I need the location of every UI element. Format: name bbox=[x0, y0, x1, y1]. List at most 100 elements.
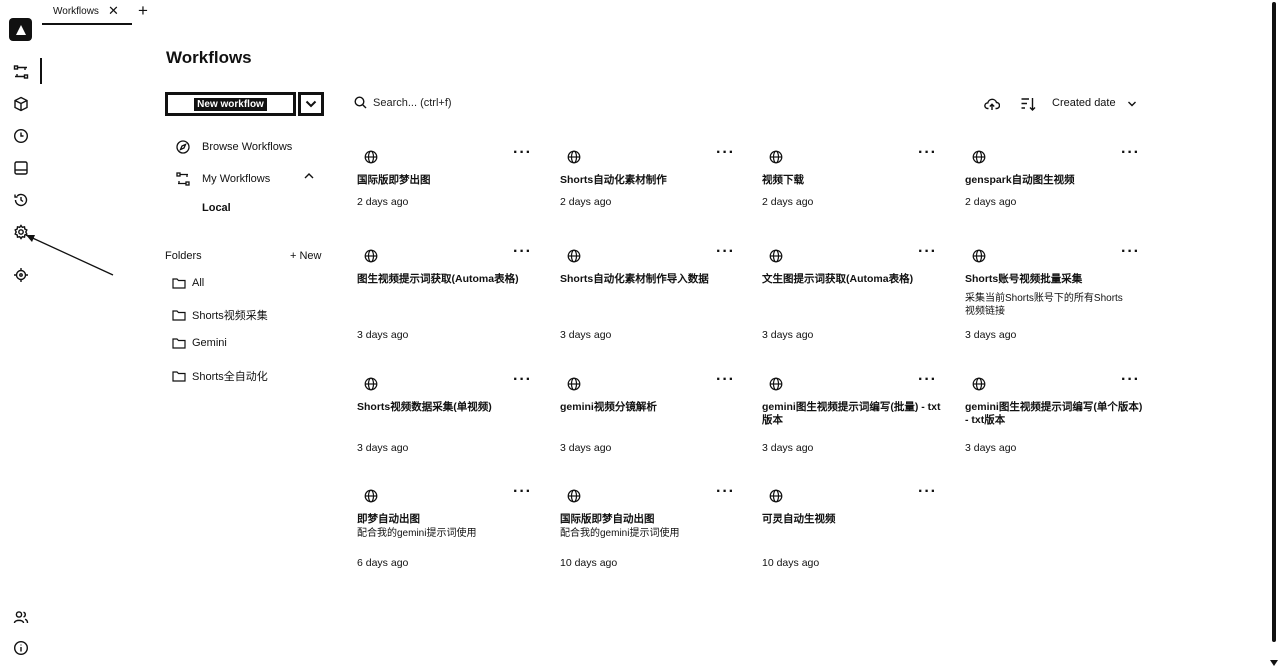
sidebar-rail bbox=[0, 0, 44, 672]
globe-icon bbox=[567, 150, 581, 164]
folder-icon bbox=[172, 310, 186, 321]
app-logo[interactable] bbox=[9, 18, 32, 41]
more-options-icon[interactable]: ··· bbox=[716, 243, 735, 261]
close-icon[interactable]: ✕ bbox=[108, 4, 119, 18]
cloud-upload-icon[interactable] bbox=[984, 96, 1000, 112]
more-options-icon[interactable]: ··· bbox=[918, 243, 937, 261]
more-options-icon[interactable]: ··· bbox=[513, 243, 532, 261]
new-workflow-label: New workflow bbox=[194, 97, 267, 111]
workflow-description: 配合我的gemini提示词使用 bbox=[357, 528, 477, 539]
workflows-icon[interactable] bbox=[9, 60, 33, 84]
scrollbar[interactable] bbox=[1269, 0, 1280, 672]
nav-local[interactable]: Local bbox=[202, 202, 231, 214]
new-workflow-dropdown-button[interactable] bbox=[298, 92, 324, 116]
scrollbar-thumb[interactable] bbox=[1272, 2, 1276, 642]
workflow-card[interactable]: ··· gemini图生视频提示词编写(批量) - txt版本 3 days ago bbox=[762, 371, 942, 467]
more-options-icon[interactable]: ··· bbox=[918, 371, 937, 389]
package-icon[interactable] bbox=[9, 92, 33, 116]
globe-icon bbox=[769, 150, 783, 164]
globe-icon bbox=[364, 377, 378, 391]
workflows-icon bbox=[176, 172, 190, 186]
folder-icon bbox=[172, 371, 186, 382]
nav-browse-label: Browse Workflows bbox=[202, 141, 293, 153]
chevron-down-icon[interactable] bbox=[1127, 100, 1137, 108]
folder-label: All bbox=[192, 277, 205, 289]
workflow-card[interactable]: ··· 即梦自动出图配合我的gemini提示词使用 6 days ago bbox=[357, 483, 537, 579]
workflow-timestamp: 6 days ago bbox=[357, 557, 409, 569]
workflow-card[interactable]: ··· gemini视频分镜解析 3 days ago bbox=[560, 371, 740, 467]
sort-select[interactable]: Created date bbox=[1052, 97, 1116, 109]
more-options-icon[interactable]: ··· bbox=[716, 483, 735, 501]
more-options-icon[interactable]: ··· bbox=[1121, 144, 1140, 162]
workflow-card[interactable]: ··· Shorts视频数据采集(单视频) 3 days ago bbox=[357, 371, 537, 467]
info-icon[interactable] bbox=[9, 636, 33, 660]
search-input[interactable]: Search... (ctrl+f) bbox=[354, 96, 452, 109]
workflow-description: 采集当前Shorts账号下的所有Shorts视频链接 bbox=[965, 293, 1123, 317]
workflow-timestamp: 3 days ago bbox=[560, 329, 612, 341]
workflow-card[interactable]: ··· 可灵自动生视频 10 days ago bbox=[762, 483, 942, 579]
folder-item[interactable]: Shorts全自动化 bbox=[172, 368, 268, 384]
workflow-timestamp: 3 days ago bbox=[357, 442, 409, 454]
folder-label: Gemini bbox=[192, 337, 227, 349]
workflow-name: 即梦自动出图 bbox=[357, 513, 420, 525]
workflow-card[interactable]: ··· 图生视频提示词获取(Automa表格) 3 days ago bbox=[357, 243, 537, 341]
workflow-timestamp: 3 days ago bbox=[357, 329, 409, 341]
globe-icon bbox=[769, 249, 783, 263]
workflow-timestamp: 10 days ago bbox=[560, 557, 618, 569]
folder-label: Shorts视频采集 bbox=[192, 310, 268, 322]
tab-workflows[interactable]: Workflows ✕ bbox=[42, 0, 132, 25]
sort-icon[interactable] bbox=[1020, 96, 1036, 112]
workflow-name: Shorts视频数据采集(单视频) bbox=[357, 401, 492, 413]
more-options-icon[interactable]: ··· bbox=[513, 483, 532, 501]
storage-icon[interactable] bbox=[9, 156, 33, 180]
more-options-icon[interactable]: ··· bbox=[716, 371, 735, 389]
nav-browse-workflows[interactable]: Browse Workflows bbox=[176, 140, 292, 154]
globe-icon bbox=[567, 489, 581, 503]
tab-label: Workflows bbox=[53, 6, 99, 17]
search-icon bbox=[354, 96, 367, 109]
chevron-down-icon bbox=[305, 100, 317, 108]
workflow-timestamp: 2 days ago bbox=[762, 196, 814, 208]
search-placeholder: Search... (ctrl+f) bbox=[373, 96, 452, 109]
more-options-icon[interactable]: ··· bbox=[716, 144, 735, 162]
workflow-name: 国际版即梦出图 bbox=[357, 174, 431, 186]
workflow-card[interactable]: ··· Shorts账号视频批量采集采集当前Shorts账号下的所有Shorts视… bbox=[965, 243, 1145, 341]
more-options-icon[interactable]: ··· bbox=[513, 144, 532, 162]
clock-icon[interactable] bbox=[9, 124, 33, 148]
more-options-icon[interactable]: ··· bbox=[513, 371, 532, 389]
workflow-name: Shorts自动化素材制作导入数据 bbox=[560, 273, 709, 285]
globe-icon bbox=[972, 249, 986, 263]
workflow-card[interactable]: ··· 文生图提示词获取(Automa表格) 3 days ago bbox=[762, 243, 942, 341]
nav-my-workflows[interactable]: My Workflows bbox=[176, 172, 270, 186]
new-workflow-button[interactable]: New workflow bbox=[165, 92, 296, 116]
scroll-down-icon[interactable] bbox=[1270, 660, 1278, 666]
more-options-icon[interactable]: ··· bbox=[1121, 371, 1140, 389]
workflow-card[interactable]: ··· 视频下载 2 days ago bbox=[762, 144, 942, 240]
folder-icon bbox=[172, 338, 186, 349]
folder-item[interactable]: Shorts视频采集 bbox=[172, 307, 268, 323]
more-options-icon[interactable]: ··· bbox=[1121, 243, 1140, 261]
folder-item[interactable]: All bbox=[172, 277, 204, 289]
chevron-up-icon[interactable] bbox=[303, 172, 315, 180]
more-options-icon[interactable]: ··· bbox=[918, 483, 937, 501]
users-icon[interactable] bbox=[9, 605, 33, 629]
active-indicator bbox=[40, 58, 42, 84]
folder-item[interactable]: Gemini bbox=[172, 337, 227, 349]
workflow-card[interactable]: ··· genspark自动图生视频 2 days ago bbox=[965, 144, 1145, 240]
workflow-card[interactable]: ··· 国际版即梦自动出图 配合我的gemini提示词使用 10 days ago bbox=[560, 483, 740, 579]
workflow-name: Shorts账号视频批量采集 bbox=[965, 273, 1083, 285]
folders-heading: Folders bbox=[165, 250, 202, 262]
workflow-card[interactable]: ··· 国际版即梦出图 2 days ago bbox=[357, 144, 537, 240]
workflow-timestamp: 10 days ago bbox=[762, 557, 820, 569]
more-options-icon[interactable]: ··· bbox=[918, 144, 937, 162]
workflow-card[interactable]: ··· Shorts自动化素材制作导入数据 3 days ago bbox=[560, 243, 740, 341]
add-tab-button[interactable]: + bbox=[138, 2, 148, 20]
new-folder-button[interactable]: + New bbox=[290, 250, 322, 262]
workflow-card[interactable]: ··· Shorts自动化素材制作 2 days ago bbox=[560, 144, 740, 240]
history-icon[interactable] bbox=[9, 188, 33, 212]
workflow-card[interactable]: ··· gemini图生视频提示词编写(单个版本) - txt版本 3 days a… bbox=[965, 371, 1145, 467]
compass-icon bbox=[176, 140, 190, 154]
globe-icon bbox=[972, 150, 986, 164]
workflow-name: 国际版即梦自动出图 bbox=[560, 513, 655, 525]
workflow-name: Shorts自动化素材制作 bbox=[560, 174, 667, 186]
